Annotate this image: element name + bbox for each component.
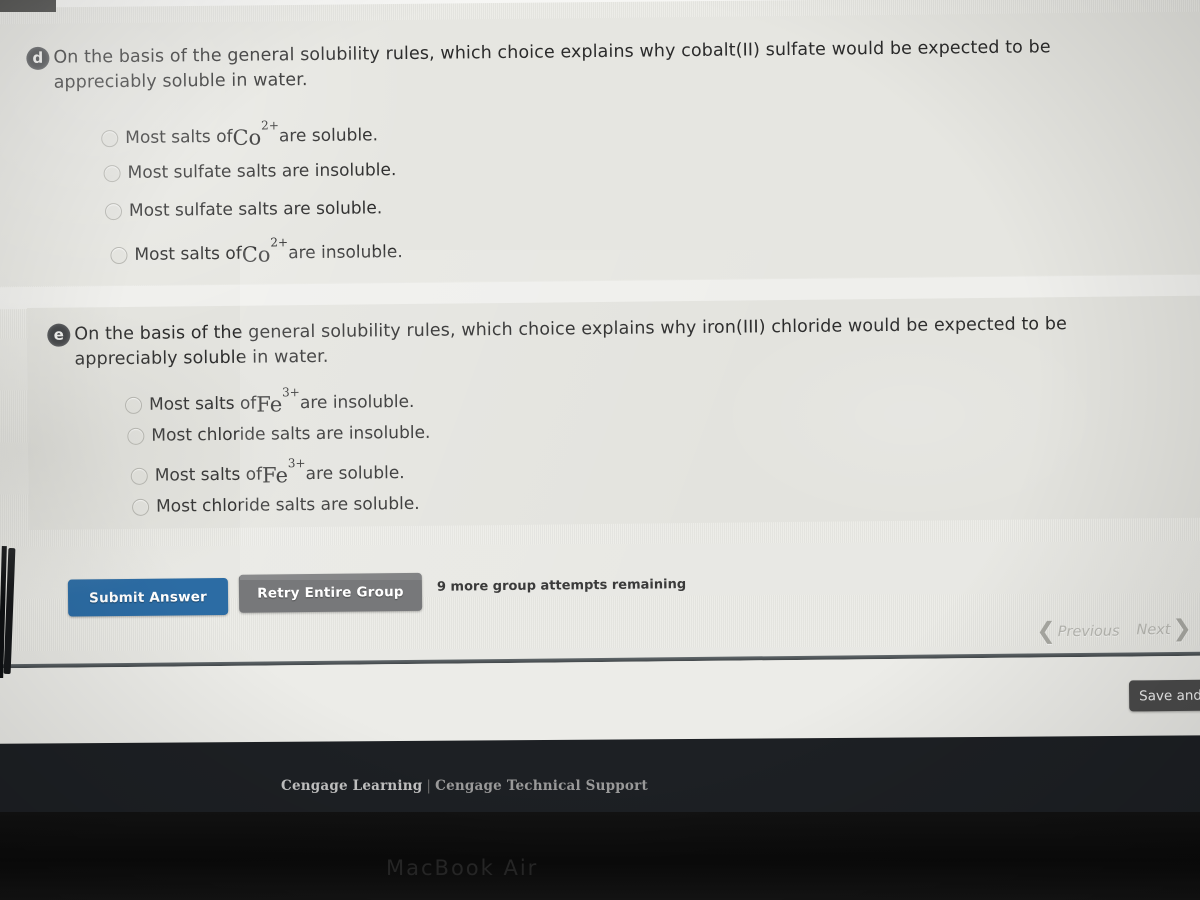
save-and-exit-button[interactable]: Save and E	[1128, 679, 1200, 712]
submit-answer-button[interactable]: Submit Answer	[67, 577, 229, 617]
footer-links: Cengage Learning | Cengage Technical Suppo…	[281, 778, 648, 794]
attempts-remaining-text: 9 more group attempts remaining	[436, 577, 687, 595]
option-e-2-label: Most chloride salts are insoluble.	[151, 422, 431, 446]
cengage-technical-support-link[interactable]: Cengage Technical Support	[435, 778, 648, 794]
radio-button-icon[interactable]	[132, 498, 150, 516]
option-e-3[interactable]: Most salts of Fe3+ are soluble.	[130, 455, 405, 488]
option-e-1[interactable]: Most salts of Fe3+ are insoluble.	[124, 384, 415, 417]
screen-corner-artifact	[0, 0, 56, 12]
chevron-right-icon: ❯	[1172, 615, 1192, 643]
radio-button-icon[interactable]	[127, 427, 145, 445]
option-e-1-ion: Fe3+	[256, 384, 300, 417]
next-link[interactable]: Next ❯	[1136, 615, 1192, 643]
question-marker-e: e	[47, 323, 71, 347]
radio-button-icon[interactable]	[104, 202, 123, 220]
radio-button-icon[interactable]	[130, 467, 148, 485]
option-d-2-label: Most sulfate salts are insoluble.	[127, 160, 397, 183]
previous-link[interactable]: ❮ Previous	[1036, 618, 1120, 645]
option-d-4-pre: Most salts of	[134, 243, 242, 265]
option-e-3-ion: Fe3+	[261, 455, 306, 488]
option-e-4[interactable]: Most chloride salts are soluble.	[132, 494, 420, 517]
option-d-3[interactable]: Most sulfate salts are soluble.	[104, 198, 383, 221]
option-d-1-ion: Co2+	[232, 117, 279, 150]
macbook-air-label: MacBook Air	[386, 856, 539, 880]
question-marker-d: d	[26, 46, 50, 70]
option-e-4-label: Most chloride salts are soluble.	[155, 493, 420, 517]
option-e-1-pre: Most salts of	[148, 393, 257, 415]
laptop-chassis	[0, 812, 1200, 900]
radio-button-icon[interactable]	[103, 164, 121, 182]
radio-button-icon[interactable]	[110, 246, 128, 264]
option-e-1-post: are insoluble.	[299, 391, 415, 414]
radio-button-icon[interactable]	[124, 396, 143, 414]
option-d-1[interactable]: Most salts of Co2+ are soluble.	[101, 117, 379, 150]
option-d-3-label: Most sulfate salts are soluble.	[128, 198, 383, 221]
option-d-2[interactable]: Most sulfate salts are insoluble.	[103, 160, 396, 183]
option-e-3-pre: Most salts of	[154, 464, 263, 486]
radio-button-icon[interactable]	[101, 129, 119, 147]
cengage-learning-link[interactable]: Cengage Learning	[281, 778, 422, 794]
option-e-2[interactable]: Most chloride salts are insoluble.	[127, 422, 431, 446]
option-d-1-pre: Most salts of	[125, 126, 233, 148]
laptop-screen: d On the basis of the general solubility…	[0, 0, 1200, 900]
previous-label: Previous	[1057, 623, 1120, 640]
option-d-4[interactable]: Most salts of Co2+ are insoluble.	[110, 234, 403, 267]
option-d-4-ion: Co2+	[241, 234, 289, 267]
option-e-3-post: are soluble.	[305, 463, 405, 485]
footer-separator: |	[426, 778, 432, 794]
option-d-1-post: are soluble.	[278, 125, 379, 147]
retry-entire-group-button[interactable]: Retry Entire Group	[238, 572, 423, 613]
next-label: Next	[1136, 621, 1171, 638]
option-d-4-post: are insoluble.	[288, 242, 403, 264]
chevron-left-icon: ❮	[1036, 618, 1056, 645]
